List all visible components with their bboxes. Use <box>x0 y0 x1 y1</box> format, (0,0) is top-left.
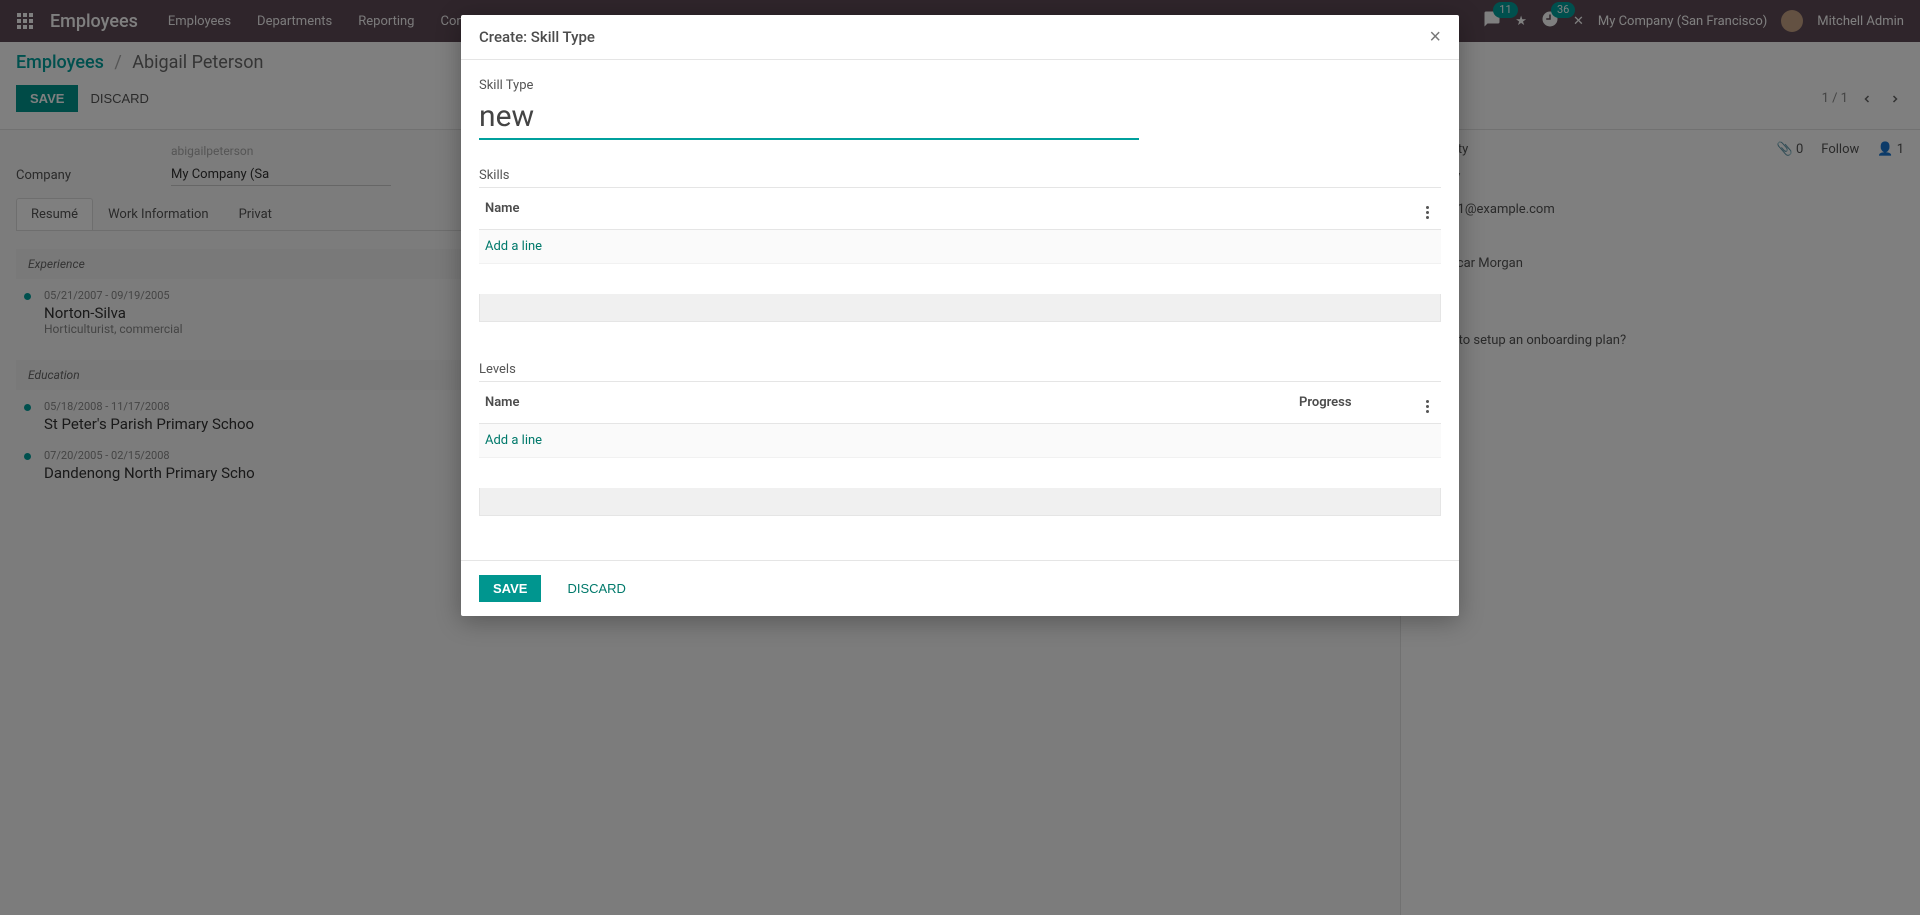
skill-type-input[interactable] <box>479 97 1139 140</box>
modal-overlay: Create: Skill Type × Skill Type Skills N… <box>0 0 1920 915</box>
levels-add-line[interactable]: Add a line <box>485 433 542 448</box>
close-icon[interactable]: × <box>1429 27 1441 47</box>
levels-options-icon[interactable] <box>1419 392 1435 413</box>
levels-empty-row <box>479 488 1441 516</box>
skills-options-icon[interactable] <box>1419 198 1435 219</box>
skills-section-label: Skills <box>479 168 1441 183</box>
levels-name-col: Name <box>485 395 1299 410</box>
levels-progress-col: Progress <box>1299 395 1419 410</box>
skills-empty-row <box>479 294 1441 322</box>
modal-discard-button[interactable]: DISCARD <box>567 581 626 596</box>
modal-create-skill-type: Create: Skill Type × Skill Type Skills N… <box>461 15 1459 616</box>
levels-section-label: Levels <box>479 362 1441 377</box>
modal-save-button[interactable]: SAVE <box>479 575 541 602</box>
skill-type-label: Skill Type <box>479 78 1441 93</box>
modal-title: Create: Skill Type <box>479 28 595 46</box>
skills-name-col: Name <box>485 201 1419 216</box>
skills-add-line[interactable]: Add a line <box>485 239 542 254</box>
